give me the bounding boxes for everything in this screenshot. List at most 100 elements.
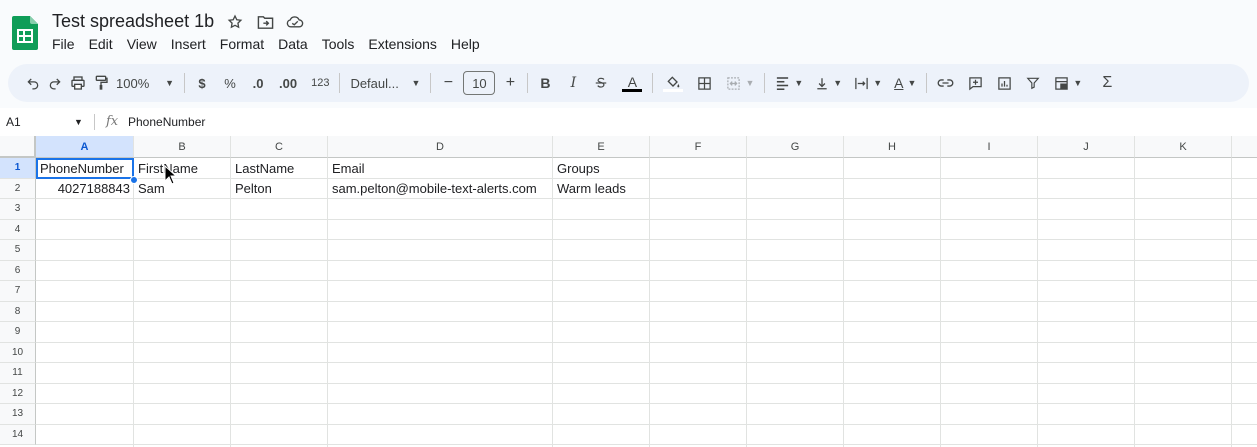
column-gridline bbox=[552, 158, 553, 447]
decrease-font-size-button[interactable]: − bbox=[437, 70, 459, 96]
increase-font-size-button[interactable]: + bbox=[499, 70, 521, 96]
sheet-grid[interactable]: A B C D E F G H I J K 1 2 3 4 5 6 7 8 9 10 11 12 13 14 PhoneNumbe… bbox=[0, 136, 1257, 447]
column-header-d[interactable]: D bbox=[328, 136, 553, 158]
sheets-logo[interactable] bbox=[12, 16, 38, 50]
name-box[interactable]: A1 bbox=[6, 115, 21, 129]
decrease-decimal-button[interactable]: .0 bbox=[247, 70, 269, 96]
row-gridline bbox=[36, 341, 1257, 343]
row-header-11[interactable]: 11 bbox=[0, 363, 36, 384]
chevron-down-icon: ▼ bbox=[833, 78, 843, 88]
column-header-g[interactable]: G bbox=[747, 136, 844, 158]
strikethrough-icon[interactable] bbox=[590, 70, 612, 96]
menu-data[interactable]: Data bbox=[278, 36, 315, 52]
number-format-button[interactable]: 123 bbox=[307, 70, 333, 96]
chevron-down-icon[interactable]: ▼ bbox=[74, 117, 83, 127]
column-header-f[interactable]: F bbox=[650, 136, 747, 158]
row-header-8[interactable]: 8 bbox=[0, 301, 36, 322]
filter-icon[interactable] bbox=[1022, 70, 1044, 96]
chevron-down-icon: ▼ bbox=[411, 78, 421, 88]
text-rotation-glyph: A bbox=[894, 75, 904, 91]
row-header-13[interactable]: 13 bbox=[0, 404, 36, 425]
row-header-14[interactable]: 14 bbox=[0, 424, 36, 445]
redo-icon[interactable] bbox=[44, 70, 66, 96]
active-cell-outline bbox=[36, 158, 134, 179]
cell-c1[interactable]: LastName bbox=[231, 158, 328, 178]
font-value: Defaul... bbox=[350, 75, 399, 91]
insert-comment-icon[interactable] bbox=[964, 70, 987, 96]
menu-edit[interactable]: Edit bbox=[89, 36, 120, 52]
cell-e1[interactable]: Groups bbox=[553, 158, 650, 178]
column-header-i[interactable]: I bbox=[941, 136, 1038, 158]
cell-d2[interactable]: sam.pelton@mobile-text-alerts.com bbox=[328, 179, 553, 199]
menu-help[interactable]: Help bbox=[451, 36, 487, 52]
row-header-12[interactable]: 12 bbox=[0, 383, 36, 404]
bold-button[interactable]: B bbox=[534, 70, 556, 96]
column-header-b[interactable]: B bbox=[134, 136, 231, 158]
cell-a2[interactable]: 4027188843 bbox=[36, 179, 134, 199]
menu-view[interactable]: View bbox=[127, 36, 164, 52]
italic-button[interactable]: I bbox=[562, 70, 584, 96]
borders-icon[interactable] bbox=[693, 70, 716, 96]
zoom-select[interactable]: 100% ▼ bbox=[112, 70, 178, 96]
column-header-partial[interactable] bbox=[1232, 136, 1257, 158]
font-select[interactable]: Defaul... ▼ bbox=[346, 70, 424, 96]
star-icon[interactable] bbox=[226, 13, 244, 31]
move-to-folder-icon[interactable] bbox=[256, 13, 274, 31]
column-header-a[interactable]: A bbox=[36, 136, 134, 158]
formula-input[interactable]: PhoneNumber bbox=[128, 115, 205, 129]
cell-b1[interactable]: FirstName bbox=[134, 158, 231, 178]
fill-color-icon[interactable] bbox=[659, 70, 687, 96]
row-header-4[interactable]: 4 bbox=[0, 219, 36, 240]
text-color-swatch bbox=[622, 88, 643, 92]
functions-button[interactable]: Σ bbox=[1096, 70, 1118, 96]
cell-e2[interactable]: Warm leads bbox=[553, 179, 650, 199]
cell-c2[interactable]: Pelton bbox=[231, 179, 328, 199]
cell-b2[interactable]: Sam bbox=[134, 179, 231, 199]
column-header-j[interactable]: J bbox=[1038, 136, 1135, 158]
fill-handle[interactable] bbox=[130, 176, 138, 184]
menu-insert[interactable]: Insert bbox=[171, 36, 213, 52]
insert-chart-icon[interactable] bbox=[993, 70, 1016, 96]
merge-cells-icon[interactable]: ▼ bbox=[722, 70, 758, 96]
row-header-2[interactable]: 2 bbox=[0, 178, 36, 199]
column-gridline bbox=[230, 158, 231, 447]
row-header-10[interactable]: 10 bbox=[0, 342, 36, 363]
row-header-7[interactable]: 7 bbox=[0, 281, 36, 302]
print-icon[interactable] bbox=[66, 70, 90, 96]
undo-icon[interactable] bbox=[22, 70, 44, 96]
filter-views-icon[interactable]: ▼ bbox=[1050, 70, 1086, 96]
paint-format-icon[interactable] bbox=[90, 70, 112, 96]
horizontal-align-icon[interactable]: ▼ bbox=[771, 70, 807, 96]
column-header-c[interactable]: C bbox=[231, 136, 328, 158]
select-all-corner[interactable] bbox=[0, 136, 36, 158]
vertical-align-icon[interactable]: ▼ bbox=[811, 70, 846, 96]
text-color-button[interactable]: A bbox=[618, 70, 646, 96]
font-size-input[interactable]: 10 bbox=[459, 70, 499, 96]
insert-link-icon[interactable] bbox=[933, 70, 958, 96]
currency-button[interactable]: $ bbox=[191, 70, 213, 96]
fill-color-swatch bbox=[663, 88, 684, 92]
column-gridline bbox=[649, 158, 650, 447]
column-header-k[interactable]: K bbox=[1135, 136, 1232, 158]
increase-decimal-button[interactable]: .00 bbox=[275, 70, 301, 96]
row-header-1[interactable]: 1 bbox=[0, 158, 36, 179]
menu-extensions[interactable]: Extensions bbox=[368, 36, 443, 52]
percent-button[interactable]: % bbox=[219, 70, 241, 96]
row-header-5[interactable]: 5 bbox=[0, 240, 36, 261]
column-header-e[interactable]: E bbox=[553, 136, 650, 158]
menu-tools[interactable]: Tools bbox=[322, 36, 362, 52]
chevron-down-icon: ▼ bbox=[1073, 78, 1083, 88]
column-gridline bbox=[940, 158, 941, 447]
row-header-3[interactable]: 3 bbox=[0, 199, 36, 220]
chevron-down-icon: ▼ bbox=[873, 78, 883, 88]
document-title[interactable]: Test spreadsheet 1b bbox=[52, 11, 214, 32]
cell-d1[interactable]: Email bbox=[328, 158, 553, 178]
menu-file[interactable]: File bbox=[52, 36, 82, 52]
row-header-6[interactable]: 6 bbox=[0, 260, 36, 281]
row-header-9[interactable]: 9 bbox=[0, 322, 36, 343]
menu-format[interactable]: Format bbox=[220, 36, 271, 52]
column-header-h[interactable]: H bbox=[844, 136, 941, 158]
text-wrapping-icon[interactable]: ▼ bbox=[850, 70, 886, 96]
text-rotation-button[interactable]: A ▼ bbox=[890, 70, 920, 96]
cloud-status-icon[interactable] bbox=[286, 13, 304, 31]
